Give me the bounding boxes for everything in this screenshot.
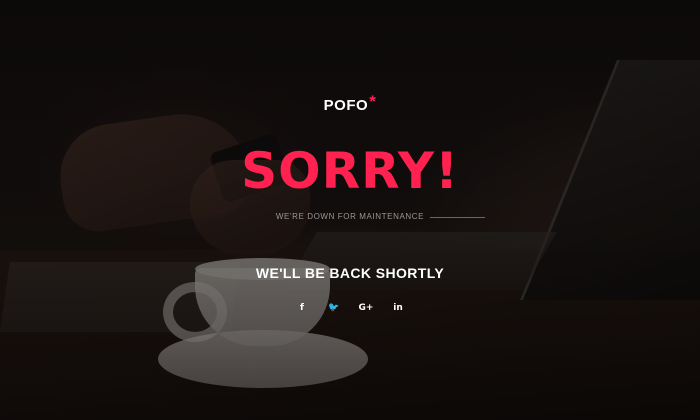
logo-text: POFO <box>323 97 369 114</box>
logo-asterisk: * <box>369 92 377 111</box>
google-plus-icon[interactable]: G+ <box>350 301 382 315</box>
divider-line <box>430 217 485 218</box>
maintenance-subtitle: WE'RE DOWN FOR MAINTENANCE <box>275 212 425 221</box>
social-links: f 🐦 G+ in <box>0 301 700 315</box>
back-shortly-message: WE'LL BE BACK SHORTLY <box>255 265 445 281</box>
twitter-icon[interactable]: 🐦 <box>318 301 350 315</box>
linkedin-icon[interactable]: in <box>382 301 414 315</box>
brand-logo[interactable]: POFO* <box>0 92 700 114</box>
subtitle-row: WE'RE DOWN FOR MAINTENANCE <box>0 211 700 225</box>
facebook-icon[interactable]: f <box>286 301 318 315</box>
maintenance-page: POFO* SORRY! WE'RE DOWN FOR MAINTENANCE … <box>0 0 700 420</box>
page-title: SORRY! <box>241 142 459 200</box>
dark-overlay <box>0 0 700 420</box>
